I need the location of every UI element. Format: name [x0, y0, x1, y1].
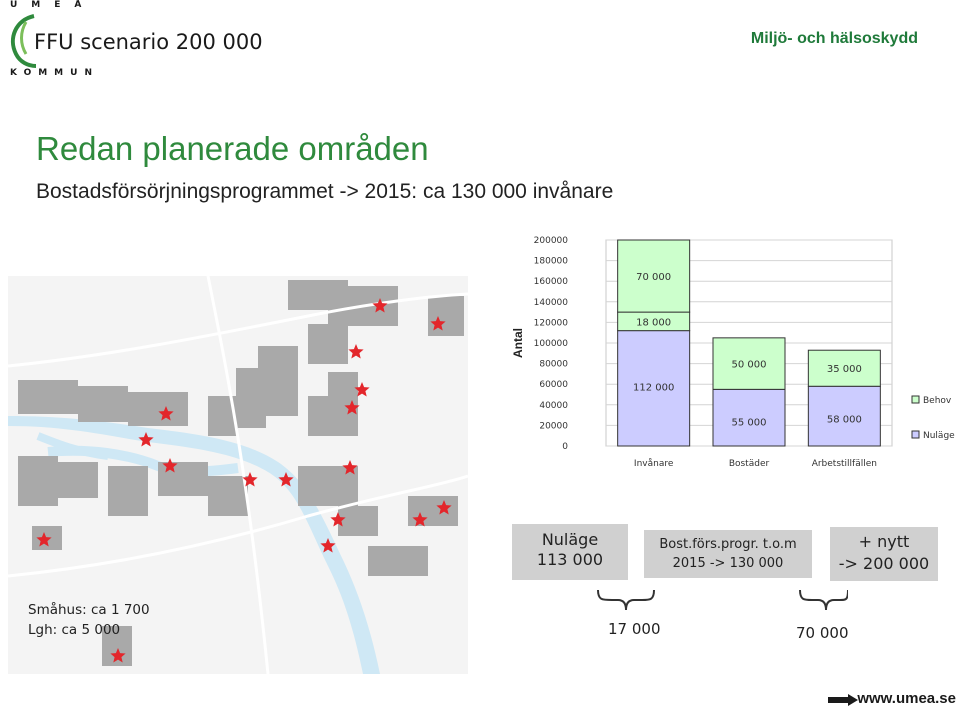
- slide-subtitle: Bostadsförsörjningsprogrammet -> 2015: c…: [36, 180, 614, 203]
- brace-value-program: 17 000: [608, 620, 661, 638]
- map-note: Småhus: ca 1 700 Lgh: ca 5 000: [28, 600, 150, 640]
- summary-box-new: + nytt -> 200 000: [830, 527, 938, 581]
- y-tick-label-5: 100000: [534, 339, 569, 349]
- data-label-2-2: 35 000: [827, 364, 862, 375]
- map-note-line2: Lgh: ca 5 000: [28, 622, 121, 638]
- x-tick-label-2: Arbetstillfällen: [812, 459, 877, 469]
- y-tick-label-4: 80000: [539, 360, 568, 370]
- summary-box-nulage: Nuläge 113 000: [512, 524, 628, 580]
- y-tick-label-10: 200000: [534, 236, 569, 246]
- slide-title: Redan planerade områden: [36, 130, 429, 167]
- y-tick-label-9: 180000: [534, 257, 569, 267]
- data-label-0-2: 70 000: [636, 272, 671, 283]
- summary-box-new-title: + nytt: [858, 532, 910, 551]
- summary-box-program-title: Bost.förs.progr. t.o.m: [659, 537, 797, 552]
- y-tick-label-0: 0: [562, 442, 568, 452]
- brace-value-new: 70 000: [796, 624, 849, 642]
- summary-box-nulage-value: 113 000: [536, 550, 604, 569]
- y-tick-label-1: 20000: [539, 421, 568, 431]
- logo-umea-text: UMEÅ: [10, 0, 96, 10]
- legend-label-0: Behov: [923, 396, 952, 406]
- summary-box-nulage-title: Nuläge: [541, 530, 599, 549]
- logo-kommun-text: KOMMUN: [10, 68, 99, 78]
- legend-swatch-0: [911, 395, 920, 404]
- y-tick-label-7: 140000: [534, 298, 569, 308]
- summary-box-program-value: 2015 -> 130 000: [672, 556, 784, 571]
- y-tick-label-2: 40000: [539, 401, 568, 411]
- data-label-1-2: 50 000: [732, 360, 767, 371]
- x-tick-label-1: Bostäder: [729, 459, 770, 469]
- map-note-line1: Småhus: ca 1 700: [28, 602, 150, 618]
- y-tick-label-3: 60000: [539, 380, 568, 390]
- arrow-right-icon: [828, 694, 858, 706]
- y-tick-label-6: 120000: [534, 318, 569, 328]
- logo-scenario-text: FFU scenario 200 000: [34, 30, 263, 54]
- data-label-0-0: 112 000: [633, 383, 674, 394]
- data-label-1-0: 55 000: [732, 417, 767, 428]
- data-label-0-1: 18 000: [636, 317, 671, 328]
- y-axis-label: Antal: [511, 328, 525, 358]
- footer-url[interactable]: www.umea.se: [857, 690, 956, 707]
- summary-box-program: Bost.förs.progr. t.o.m 2015 -> 130 000: [644, 530, 812, 578]
- department-label: Miljö- och hälsoskydd: [750, 30, 918, 47]
- y-tick-label-8: 160000: [534, 277, 569, 287]
- population-bar-chart: 0 20000 40000 60000 80000 100000 120000 140000 1…: [511, 236, 955, 469]
- data-label-2-0: 58 000: [827, 414, 862, 425]
- legend-swatch-1: [911, 430, 920, 439]
- brace-right: [799, 589, 848, 611]
- brace-left: [597, 589, 655, 611]
- legend-label-1: Nuläge: [923, 431, 955, 441]
- summary-box-new-value: -> 200 000: [838, 554, 930, 573]
- x-tick-label-0: Invånare: [634, 458, 674, 469]
